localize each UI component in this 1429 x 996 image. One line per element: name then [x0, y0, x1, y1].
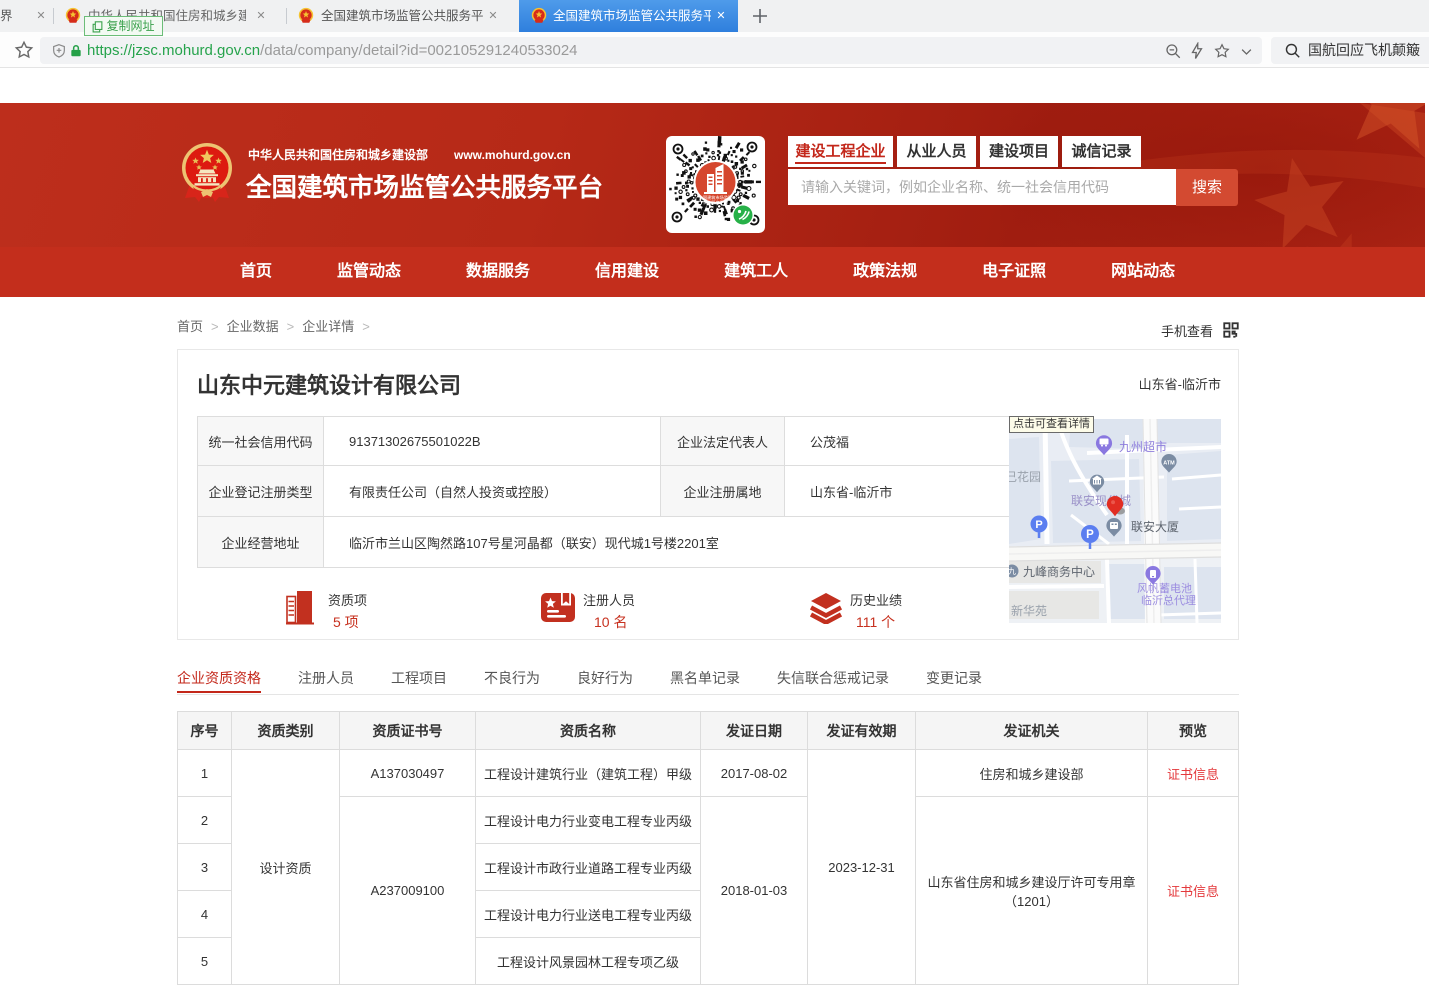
- svg-text:ATM: ATM: [1163, 461, 1175, 467]
- svg-text:公共服务平台: 公共服务平台: [703, 199, 728, 206]
- svg-text:新华苑: 新华苑: [1011, 603, 1047, 618]
- svg-text:己花园: 己花园: [1009, 469, 1041, 484]
- svg-text:九州超市: 九州超市: [1119, 439, 1167, 454]
- svg-text:P: P: [1035, 519, 1042, 531]
- svg-text:风帆蓄电池: 风帆蓄电池: [1137, 581, 1192, 595]
- svg-text:九峰商务中心: 九峰商务中心: [1023, 564, 1095, 579]
- svg-text:联安大厦: 联安大厦: [1131, 519, 1179, 534]
- svg-text:P: P: [1086, 529, 1094, 541]
- svg-text:临沂总代理: 临沂总代理: [1141, 593, 1196, 607]
- svg-text:九: 九: [1009, 567, 1016, 576]
